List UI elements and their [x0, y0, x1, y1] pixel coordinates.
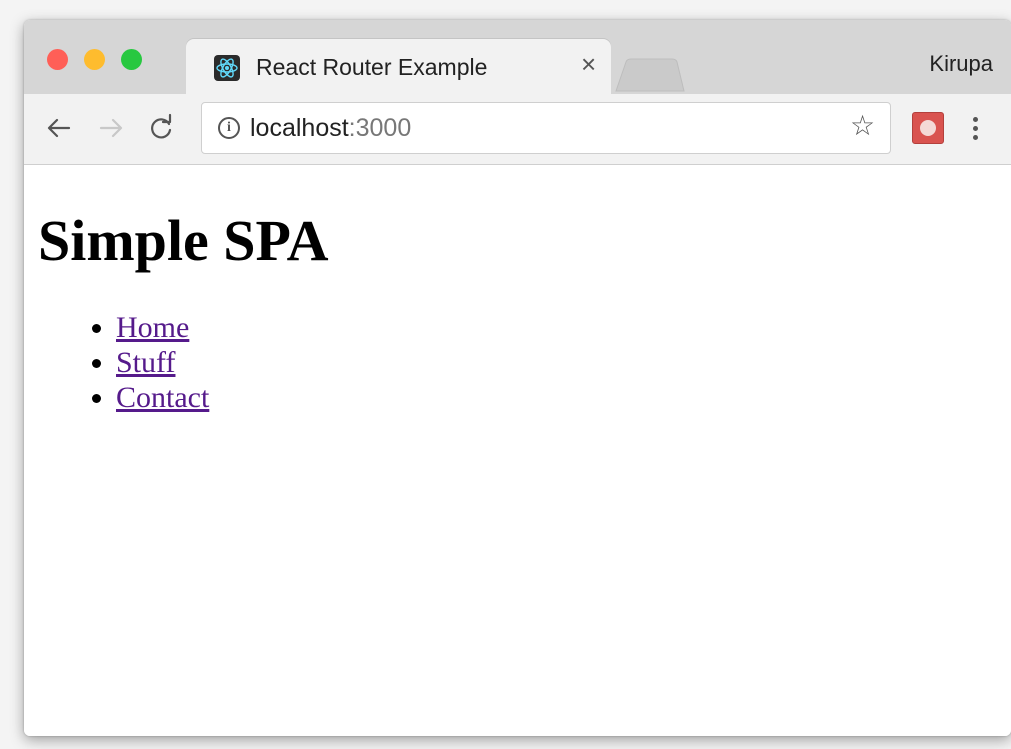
tab-title: React Router Example — [256, 54, 488, 80]
list-item: Contact — [116, 380, 209, 415]
reload-icon[interactable] — [146, 113, 176, 143]
react-atom-icon — [214, 55, 240, 81]
tab-close-icon[interactable]: × — [581, 51, 596, 77]
arrow-right-icon[interactable] — [96, 113, 126, 143]
browser-toolbar: i localhost:3000 ☆ — [24, 94, 1011, 165]
address-bar[interactable]: i localhost:3000 ☆ — [201, 102, 891, 154]
window-maximize-button[interactable] — [121, 49, 142, 70]
arrow-left-icon[interactable] — [44, 113, 74, 143]
tab-react-router-example[interactable]: React Router Example × — [186, 39, 611, 97]
new-tab-button[interactable] — [614, 58, 686, 92]
url-port: :3000 — [348, 114, 412, 142]
browser-window: React Router Example × Kirupa i localhos… — [24, 20, 1011, 736]
page-content: Simple SPA Home Stuff Contact — [24, 165, 1011, 736]
extension-icon[interactable] — [912, 112, 944, 144]
page-title: Simple SPA — [38, 208, 329, 273]
extension-icon-glyph — [920, 120, 936, 136]
list-item: Stuff — [116, 345, 209, 380]
profile-name[interactable]: Kirupa — [929, 51, 993, 77]
address-url[interactable]: localhost:3000 — [250, 114, 411, 143]
window-minimize-button[interactable] — [84, 49, 105, 70]
kebab-menu-icon[interactable] — [970, 114, 980, 144]
link-contact[interactable]: Contact — [116, 381, 209, 414]
link-home[interactable]: Home — [116, 311, 189, 344]
window-close-button[interactable] — [47, 49, 68, 70]
tab-strip: React Router Example × Kirupa — [24, 20, 1011, 97]
star-icon[interactable]: ☆ — [850, 112, 875, 140]
link-stuff[interactable]: Stuff — [116, 346, 175, 379]
nav-list: Home Stuff Contact — [78, 310, 209, 415]
info-icon[interactable]: i — [218, 117, 240, 139]
url-host: localhost — [250, 114, 349, 142]
list-item: Home — [116, 310, 209, 345]
